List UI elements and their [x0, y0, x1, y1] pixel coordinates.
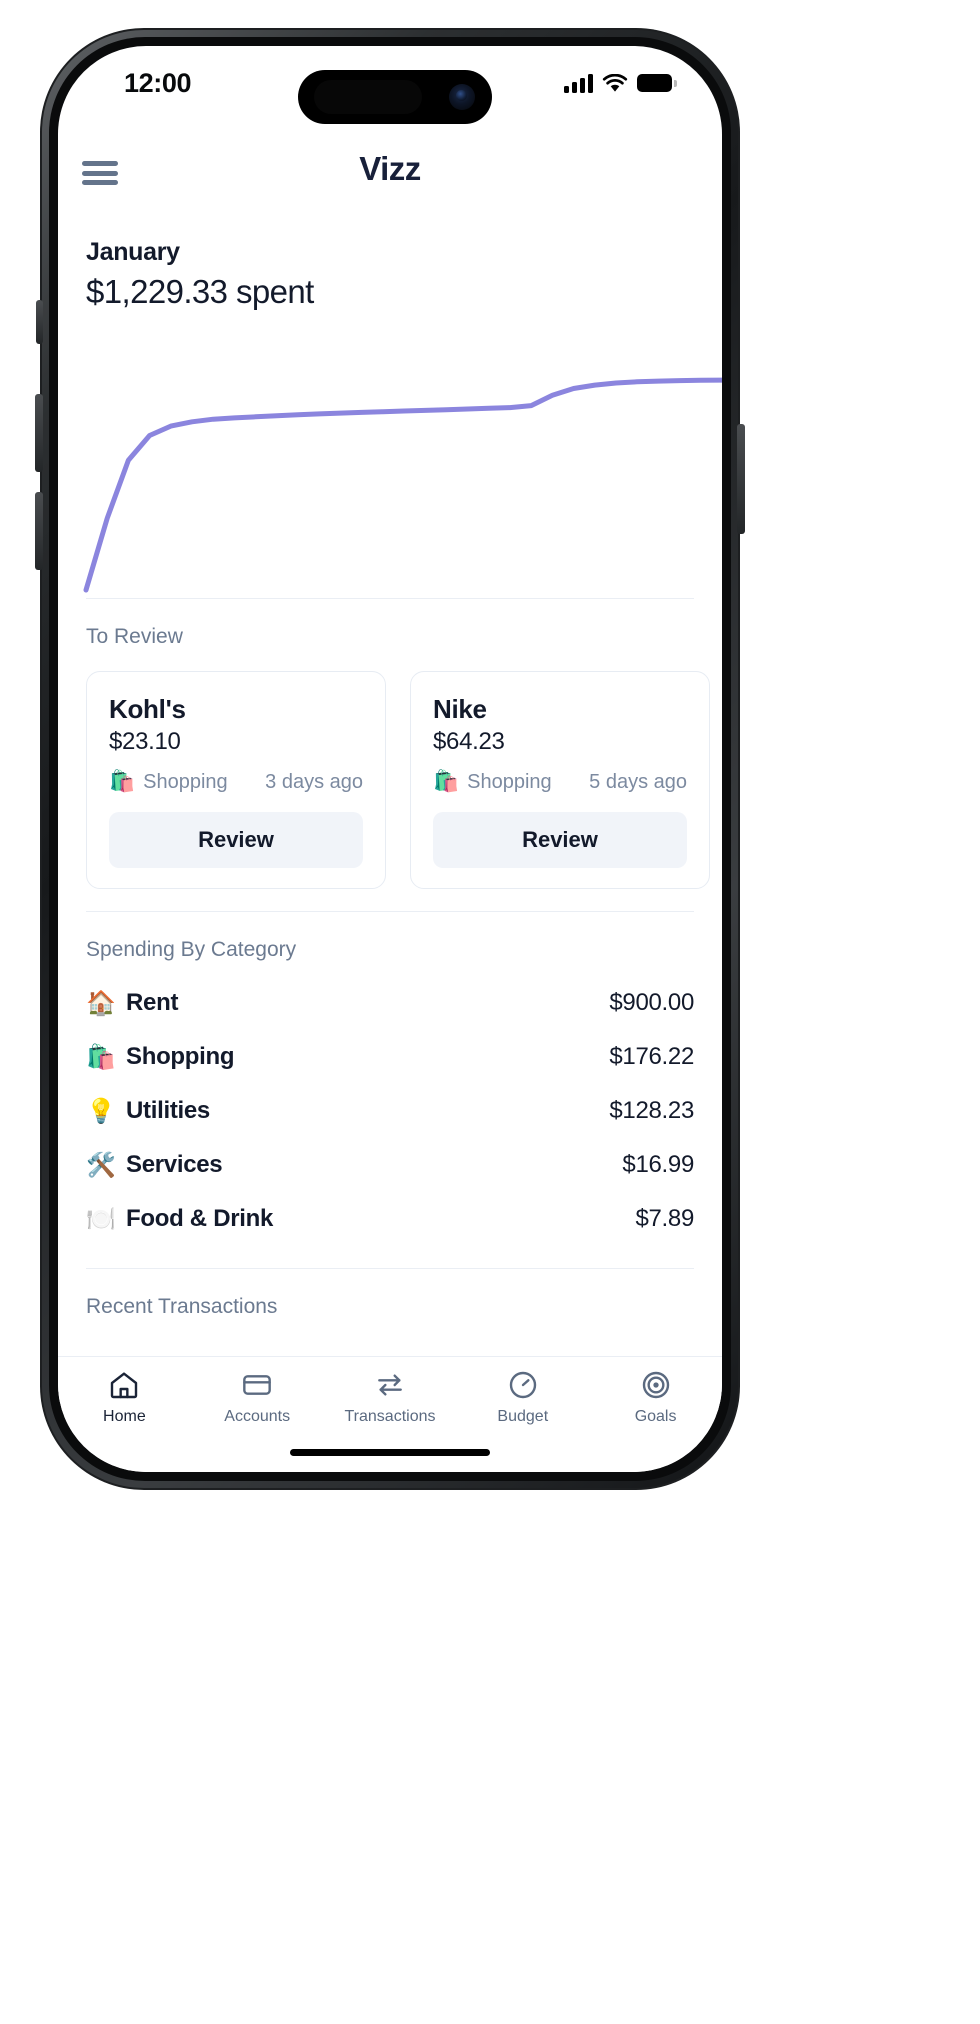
section-divider-1 — [86, 598, 694, 599]
recent-transactions-label: Recent Transactions — [86, 1295, 278, 1318]
section-divider-3 — [86, 1268, 694, 1269]
to-review-card[interactable]: Kohl's $23.10 🛍️ Shopping 3 days ago Rev… — [86, 671, 386, 889]
status-time: 12:00 — [124, 68, 192, 98]
tab-budget[interactable]: Budget — [456, 1369, 589, 1426]
shopping-bags-icon: 🛍️ — [86, 1043, 116, 1071]
review-button[interactable]: Review — [433, 812, 687, 868]
transfer-icon — [378, 1374, 402, 1396]
volume-down-button[interactable] — [35, 492, 43, 570]
relative-time: 5 days ago — [589, 770, 687, 793]
tab-goals[interactable]: Goals — [589, 1369, 722, 1426]
gauge-icon — [509, 1371, 536, 1399]
relative-time: 3 days ago — [265, 770, 363, 793]
status-icons — [564, 70, 677, 96]
category-amount: $7.89 — [635, 1205, 694, 1232]
app-header: Vizz — [58, 142, 722, 212]
transaction-amount: $64.23 — [433, 728, 505, 755]
tab-label: Transactions — [344, 1408, 436, 1425]
dynamic-island — [298, 70, 492, 124]
category-row[interactable]: 🏠 Rent $900.00 — [86, 976, 694, 1030]
target-icon — [642, 1371, 669, 1399]
tab-home[interactable]: Home — [58, 1369, 191, 1426]
merchant-name: Kohl's — [109, 694, 186, 724]
category-amount: $900.00 — [609, 989, 694, 1016]
cellular-bars-icon — [564, 73, 593, 93]
shopping-bags-icon: 🛍️ — [109, 770, 136, 793]
transaction-meta: 🛍️ Shopping 3 days ago — [109, 770, 363, 794]
page-title: Vizz — [359, 150, 421, 187]
front-camera-icon — [449, 84, 475, 110]
spending-by-category-label: Spending By Category — [86, 938, 297, 961]
house-icon: 🏠 — [86, 989, 116, 1017]
category-tag: 🛍️ Shopping — [433, 770, 552, 794]
tab-label: Home — [103, 1408, 146, 1425]
category-amount: $16.99 — [622, 1151, 694, 1178]
plate-cutlery-icon: 🍽️ — [86, 1205, 116, 1233]
tools-icon: 🛠️ — [86, 1151, 116, 1179]
to-review-card[interactable]: Nike $64.23 🛍️ Shopping 5 days ago Revie… — [410, 671, 710, 889]
wifi-icon — [602, 73, 628, 92]
chart-line-series — [83, 377, 722, 593]
category-label: Shopping — [467, 770, 552, 793]
phone-screen: 12:00 Vizz January $1,229.33 spent To Re… — [58, 46, 722, 1472]
status-bar: 12:00 — [58, 46, 722, 124]
spending-line-chart[interactable] — [58, 323, 722, 598]
tab-label: Budget — [497, 1408, 549, 1425]
home-indicator[interactable] — [290, 1449, 490, 1456]
silent-switch-button[interactable] — [36, 300, 43, 344]
review-button[interactable]: Review — [109, 812, 363, 868]
category-name: Shopping — [126, 1043, 235, 1070]
tab-label: Goals — [634, 1408, 677, 1425]
power-button[interactable] — [737, 424, 745, 534]
category-name: Services — [126, 1151, 223, 1178]
category-name: Utilities — [126, 1097, 210, 1124]
shopping-bags-icon: 🛍️ — [433, 770, 460, 793]
to-review-card-list[interactable]: Kohl's $23.10 🛍️ Shopping 3 days ago Rev… — [58, 649, 722, 911]
home-icon — [111, 1372, 138, 1399]
tab-transactions[interactable]: Transactions — [324, 1369, 457, 1426]
section-divider-2 — [86, 911, 694, 912]
screenshot-canvas: 12:00 Vizz January $1,229.33 spent To Re… — [0, 0, 980, 2024]
transaction-meta: 🛍️ Shopping 5 days ago — [433, 770, 687, 794]
chart-svg — [83, 377, 722, 593]
category-name: Food & Drink — [126, 1205, 274, 1232]
tab-accounts[interactable]: Accounts — [191, 1369, 324, 1426]
lightbulb-icon: 💡 — [86, 1097, 116, 1125]
category-row[interactable]: 🍽️ Food & Drink $7.89 — [86, 1192, 694, 1246]
to-review-label: To Review — [86, 625, 183, 648]
category-row[interactable]: 💡 Utilities $128.23 — [86, 1084, 694, 1138]
category-amount: $176.22 — [609, 1043, 694, 1070]
month-label: January — [86, 238, 180, 266]
earpiece-speaker-icon — [314, 80, 422, 114]
transaction-amount: $23.10 — [109, 728, 181, 755]
battery-full-icon — [637, 74, 677, 92]
category-name: Rent — [126, 989, 179, 1016]
volume-up-button[interactable] — [35, 394, 43, 472]
category-row[interactable]: 🛍️ Shopping $176.22 — [86, 1030, 694, 1084]
category-list: 🏠 Rent $900.00 🛍️ Shopping $176.22 💡 Uti… — [58, 962, 722, 1246]
tab-label: Accounts — [224, 1408, 291, 1425]
category-tag: 🛍️ Shopping — [109, 770, 228, 794]
main-content: January $1,229.33 spent To Review Kohl's… — [58, 212, 722, 1319]
card-icon — [243, 1375, 272, 1395]
spent-amount: $1,229.33 spent — [86, 273, 314, 310]
category-amount: $128.23 — [609, 1097, 694, 1124]
category-row[interactable]: 🛠️ Services $16.99 — [86, 1138, 694, 1192]
category-label: Shopping — [143, 770, 228, 793]
merchant-name: Nike — [433, 694, 487, 724]
